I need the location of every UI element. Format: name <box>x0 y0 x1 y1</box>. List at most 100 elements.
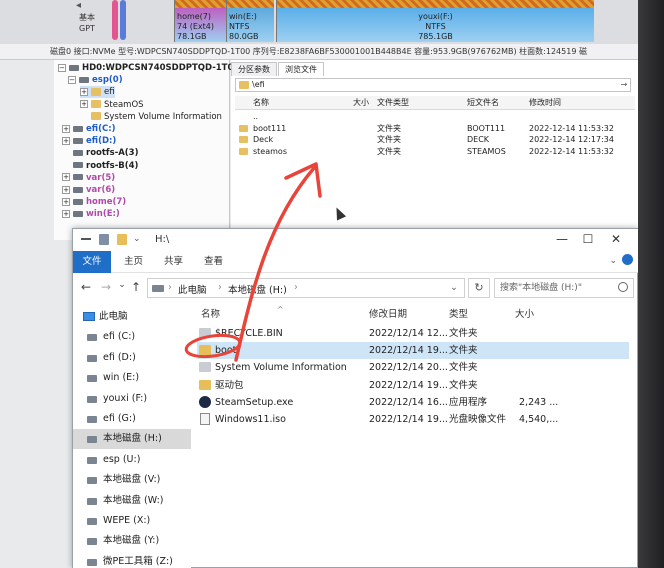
nav-item[interactable]: esp (U:) <box>73 450 191 470</box>
nav-item[interactable]: 此电脑 <box>73 307 191 327</box>
tree-item[interactable]: + SteamOS <box>80 99 144 111</box>
tree-item[interactable]: − esp(0) <box>68 74 123 86</box>
col-size[interactable]: 大小 <box>353 96 369 110</box>
partition-bar[interactable]: youxi(F:) NTFS 785.1GB <box>276 0 594 42</box>
file-row[interactable]: .. <box>235 111 635 122</box>
expand-icon[interactable]: + <box>62 173 70 182</box>
collapse-icon[interactable]: − <box>58 63 66 72</box>
tab-home[interactable]: 主页 <box>113 251 154 273</box>
tab-browse-files[interactable]: 浏览文件 <box>278 62 324 76</box>
nav-item[interactable]: youxi (F:) <box>73 389 191 409</box>
nav-item[interactable]: 本地磁盘 (V:) <box>73 470 191 490</box>
breadcrumb-separator[interactable]: › <box>168 282 172 293</box>
col-size[interactable]: 大小 <box>515 305 534 325</box>
tree-item[interactable]: + efi(C:) <box>62 123 115 135</box>
nav-item[interactable]: efi (C:) <box>73 327 191 347</box>
customize-toolbar-icon[interactable]: ⌄ <box>133 235 141 244</box>
cell-date: 2022/12/14 12... <box>369 328 448 339</box>
partition-bar[interactable] <box>112 0 118 40</box>
col-modified[interactable]: 修改时间 <box>529 96 561 110</box>
expand-icon[interactable]: + <box>62 209 70 218</box>
file-row[interactable]: steamos 文件夹 STEAMOS 2022-12-14 11:53:32 <box>235 146 635 157</box>
expand-icon[interactable]: + <box>62 124 70 133</box>
forward-button[interactable]: → <box>99 280 113 294</box>
system-folder-icon <box>199 362 211 373</box>
partition-bar[interactable]: win(E:) NTFS 80.0GB <box>226 0 274 42</box>
expand-icon[interactable]: + <box>80 87 88 96</box>
tree-item[interactable]: − HD0:WDPCSN740SDDPTQD-1T0 <box>58 62 233 74</box>
nav-item[interactable]: 微PE工具箱 (Z:) <box>73 552 191 568</box>
breadcrumb-drive-h[interactable]: 本地磁盘 (H:) <box>228 282 287 296</box>
col-type[interactable]: 类型 <box>449 305 468 325</box>
up-button[interactable]: ↑ <box>129 280 143 294</box>
tree-item[interactable]: + var(6) <box>62 184 115 196</box>
tree-item[interactable]: System Volume Information <box>80 111 222 123</box>
tab-partition-params[interactable]: 分区参数 <box>231 62 277 76</box>
recent-locations-button[interactable]: ⌄ <box>115 280 129 290</box>
path-text: \efi <box>252 80 265 89</box>
new-folder-icon[interactable] <box>117 234 127 245</box>
file-row[interactable]: 驱动包 2022/12/14 19... 文件夹 <box>197 377 557 394</box>
nav-item[interactable]: win (E:) <box>73 368 191 388</box>
maximize-button[interactable]: ☐ <box>577 231 599 247</box>
tab-file[interactable]: 文件 <box>73 251 111 273</box>
file-row[interactable]: boot 2022/12/14 19... 文件夹 <box>197 342 629 360</box>
partition-label: 74 (Ext4) <box>177 22 214 31</box>
tab-view[interactable]: 查看 <box>193 251 234 273</box>
tree-item[interactable]: + win(E:) <box>62 208 120 220</box>
properties-icon[interactable] <box>99 234 109 245</box>
nav-item[interactable]: WEPE (X:) <box>73 511 191 531</box>
minimize-button[interactable]: — <box>551 231 573 247</box>
address-dropdown-icon[interactable]: ⌄ <box>450 282 458 293</box>
expand-ribbon-icon[interactable]: ⌄ <box>609 256 617 266</box>
file-row[interactable]: SteamSetup.exe 2022/12/14 16... 应用程序 2,243 … <box>197 394 558 411</box>
nav-item[interactable]: 本地磁盘 (Y:) <box>73 531 191 551</box>
col-type[interactable]: 文件类型 <box>377 96 409 110</box>
file-row[interactable]: Windows11.iso 2022/12/14 19... 光盘映像文件 4,540… <box>197 411 558 428</box>
close-button[interactable]: ✕ <box>605 231 627 247</box>
nav-item[interactable]: 本地磁盘 (W:) <box>73 491 191 511</box>
breadcrumb-separator[interactable]: › <box>218 282 222 293</box>
tree-item[interactable]: rootfs-A(3) <box>62 147 138 159</box>
tree-item[interactable]: + efi <box>80 86 115 99</box>
partition-bar[interactable] <box>120 0 126 40</box>
tree-item[interactable]: + home(7) <box>62 196 126 208</box>
path-field[interactable]: \efi → <box>235 78 631 92</box>
system-menu-icon[interactable] <box>81 238 91 240</box>
help-icon[interactable] <box>622 254 633 265</box>
tree-item[interactable]: + efi(D:) <box>62 135 116 147</box>
browse-files-pane: 分区参数 浏览文件 \efi → 名称 大小 文件类型 短文件名 修改时间 .. b… <box>231 60 638 240</box>
tab-share[interactable]: 共享 <box>153 251 194 273</box>
go-arrow-icon[interactable]: → <box>618 79 630 91</box>
collapse-icon[interactable]: − <box>68 75 76 84</box>
expand-icon[interactable]: + <box>62 136 70 145</box>
col-name[interactable]: 名称 <box>201 305 220 325</box>
nav-item[interactable]: efi (G:) <box>73 409 191 429</box>
file-row[interactable]: Deck 文件夹 DECK 2022-12-14 12:17:34 <box>235 134 635 145</box>
expand-icon[interactable]: + <box>80 100 88 109</box>
cell-short: STEAMOS <box>467 146 506 156</box>
scroll-up-icon[interactable]: ◂ <box>76 0 81 11</box>
tree-item[interactable]: rootfs-B(4) <box>62 160 138 172</box>
nav-item[interactable]: efi (D:) <box>73 348 191 368</box>
refresh-button[interactable]: ↻ <box>468 278 490 298</box>
address-bar[interactable]: › 此电脑 › 本地磁盘 (H:) › ⌄ <box>147 278 465 298</box>
breadcrumb-this-pc[interactable]: 此电脑 <box>178 282 207 296</box>
col-date[interactable]: 修改日期 <box>369 305 407 325</box>
tree-item-label: rootfs-B(4) <box>86 160 139 171</box>
search-input[interactable]: 搜索"本地磁盘 (H:)" <box>494 278 634 298</box>
back-button[interactable]: ← <box>79 280 93 294</box>
col-name[interactable]: 名称 <box>253 96 269 110</box>
tree-item[interactable]: + var(5) <box>62 172 115 184</box>
partition-icon <box>73 186 83 193</box>
expand-icon[interactable]: + <box>62 197 70 206</box>
file-row[interactable]: System Volume Information 2022/12/14 20..… <box>197 359 557 376</box>
file-row[interactable]: $RECYCLE.BIN 2022/12/14 12... 文件夹 <box>197 325 557 342</box>
breadcrumb-separator[interactable]: › <box>294 282 298 293</box>
col-short-name[interactable]: 短文件名 <box>467 96 499 110</box>
partition-bar[interactable]: home(7) 74 (Ext4) 78.1GB <box>174 0 226 42</box>
file-row[interactable]: boot111 文件夹 BOOT111 2022-12-14 11:53:32 <box>235 123 635 134</box>
expand-icon[interactable]: + <box>62 185 70 194</box>
nav-item[interactable]: 本地磁盘 (H:) <box>73 429 191 450</box>
partition-icon <box>73 162 83 169</box>
